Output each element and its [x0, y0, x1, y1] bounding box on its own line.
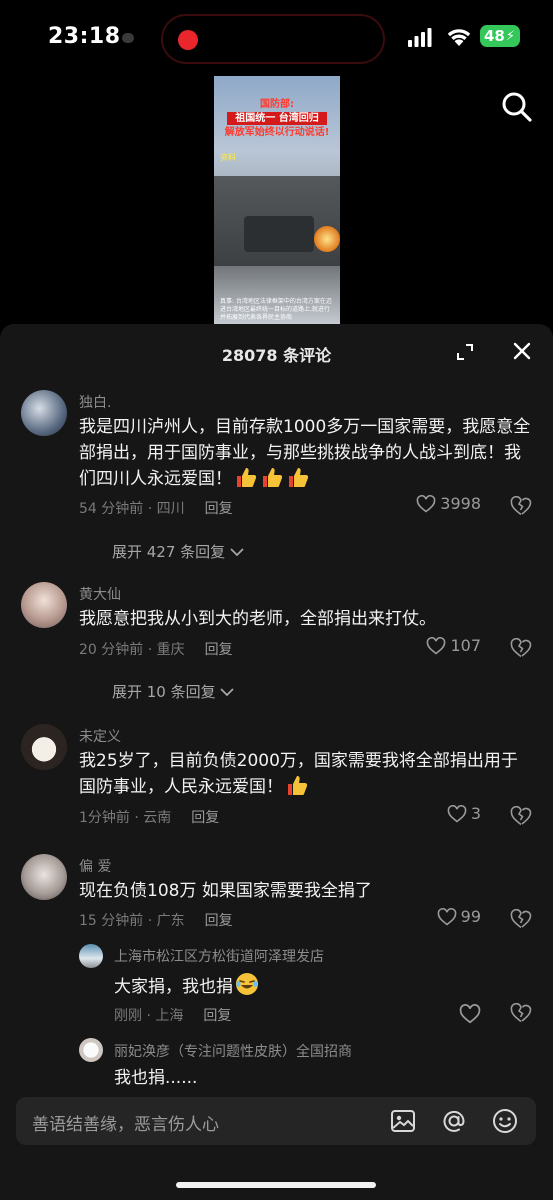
- reply-button[interactable]: 回复: [205, 642, 233, 658]
- status-bar: 23:18 48 ⚡: [0, 0, 553, 76]
- video-caption: 真事: 台湾地区法律框架中的台湾方案在迈进台湾地区最终统一目标的道路上,就进行并…: [220, 298, 332, 321]
- broken-heart-icon[interactable]: [510, 806, 532, 826]
- thumbs-up-emoji: [237, 468, 257, 487]
- video-title-line3: 解放军始终以行动说话!: [224, 127, 330, 138]
- dynamic-island: [161, 14, 385, 64]
- reply-button[interactable]: 回复: [203, 1008, 231, 1024]
- chevron-down-icon: [220, 688, 235, 697]
- comment-text: 我25岁了，目前负债2000万，国家需要我将全部捐出用于国防事业，人民永远爱国！: [79, 748, 534, 800]
- reply-text-content: 大家捐，我也捐: [114, 977, 233, 997]
- comment-username[interactable]: 黄大仙: [79, 584, 121, 604]
- comment-time-location: 1分钟前 · 云南: [79, 810, 172, 826]
- comment-text: 现在负债108万 如果国家需要我全捐了: [79, 878, 534, 904]
- avatar[interactable]: [79, 1038, 103, 1062]
- status-time: 23:18: [48, 24, 121, 49]
- thumbs-up-emoji: [288, 776, 308, 795]
- broken-heart-icon[interactable]: [510, 638, 532, 658]
- search-icon[interactable]: [500, 90, 534, 124]
- home-indicator[interactable]: [176, 1182, 376, 1188]
- broken-heart-icon[interactable]: [510, 909, 532, 929]
- comment-text: 我是四川泸州人，目前存款1000多万一国家需要，我愿意全部捐出，用于国防事业，与…: [79, 414, 534, 492]
- reply-button[interactable]: 回复: [205, 501, 233, 517]
- heart-icon[interactable]: [459, 1004, 481, 1024]
- expand-replies-label: 展开 10 条回复: [112, 683, 216, 701]
- expand-icon[interactable]: [455, 342, 475, 362]
- broken-heart-icon[interactable]: [510, 1003, 532, 1023]
- comment-meta: 1分钟前 · 云南 回复: [79, 807, 219, 827]
- comment-meta: 15 分钟前 · 广东 回复: [79, 910, 233, 930]
- like-button[interactable]: 99: [437, 907, 481, 926]
- battery-level: 48: [484, 27, 505, 45]
- comment-text: 我愿意把我从小到大的老师，全部捐出来打仗。: [79, 606, 534, 632]
- video-headline: 国防部: 祖国统一 台湾回归 解放军始终以行动说话!: [223, 98, 331, 150]
- at-icon[interactable]: [441, 1108, 467, 1134]
- comment-meta: 20 分钟前 · 重庆 回复: [79, 639, 233, 659]
- like-count: 107: [450, 636, 481, 655]
- thumbs-up-emoji: [263, 468, 283, 487]
- video-player[interactable]: 国防部: 祖国统一 台湾回归 解放军始终以行动说话! 资料 真事: 台湾地区法律…: [214, 76, 340, 326]
- wifi-icon: [447, 29, 471, 46]
- like-count: 99: [460, 907, 481, 926]
- avatar[interactable]: [79, 944, 103, 968]
- comment-input[interactable]: 善语结善缘，恶言伤人心: [16, 1097, 536, 1145]
- charging-bolt-icon: ⚡: [505, 28, 516, 44]
- muzzle-flash-image: [314, 226, 340, 252]
- heart-icon: [447, 804, 467, 823]
- video-title-line2: 祖国统一 台湾回归: [227, 112, 327, 125]
- heart-icon: [416, 494, 436, 513]
- reply-button[interactable]: 回复: [191, 810, 219, 826]
- avatar[interactable]: [21, 724, 67, 770]
- comment-username[interactable]: 偏 爱: [79, 856, 111, 876]
- like-button[interactable]: 3: [447, 804, 481, 823]
- comment-time-location: 54 分钟前 · 四川: [79, 501, 185, 517]
- thumbs-up-emoji: [289, 468, 309, 487]
- like-count: 3998: [440, 494, 481, 513]
- heart-icon: [437, 907, 456, 926]
- like-button[interactable]: 107: [426, 636, 481, 655]
- reply-username[interactable]: 丽妃涣彦（专注问题性皮肤）全国招商: [114, 1041, 352, 1061]
- expand-replies-label: 展开 427 条回复: [112, 543, 226, 561]
- emoji-icon[interactable]: [492, 1108, 518, 1134]
- video-title-line1: 国防部:: [260, 99, 294, 110]
- comment-meta: 54 分钟前 · 四川 回复: [79, 498, 233, 518]
- image-icon[interactable]: [390, 1109, 416, 1133]
- naval-gun-image: [244, 216, 314, 252]
- comment-time-location: 20 分钟前 · 重庆: [79, 642, 185, 658]
- like-count: 3: [470, 804, 481, 823]
- recording-dot-icon: [178, 30, 198, 50]
- avatar[interactable]: [21, 582, 67, 628]
- laughing-emoji: [236, 973, 258, 995]
- comment-time-location: 15 分钟前 · 广东: [79, 913, 185, 929]
- broken-heart-icon[interactable]: [510, 496, 532, 516]
- chevron-down-icon: [230, 548, 244, 557]
- battery-indicator: 48 ⚡: [480, 25, 520, 47]
- comment-username[interactable]: 未定义: [79, 726, 121, 746]
- avatar[interactable]: [21, 390, 67, 436]
- reply-username[interactable]: 上海市松江区方松街道阿泽理发店: [114, 946, 324, 966]
- reply-time-location: 刚刚 · 上海: [114, 1008, 184, 1024]
- video-source-label: 资料: [220, 153, 236, 162]
- comment-text-content: 我愿意把我从小到大的老师，全部捐出来打仗。: [79, 609, 436, 629]
- heart-icon: [427, 636, 446, 655]
- expand-replies-button[interactable]: 展开 10 条回复: [112, 681, 235, 702]
- comment-input-placeholder: 善语结善缘，恶言伤人心: [32, 1115, 219, 1135]
- like-button[interactable]: 3998: [416, 494, 481, 513]
- reply-text: 大家捐，我也捐: [114, 972, 259, 1000]
- avatar[interactable]: [21, 854, 67, 900]
- comment-username[interactable]: 独白.: [79, 392, 111, 412]
- reply-button[interactable]: 回复: [205, 913, 233, 929]
- reply-meta: 刚刚 · 上海 回复: [114, 1005, 231, 1025]
- close-icon[interactable]: [511, 340, 533, 362]
- cellular-signal-icon: [408, 28, 432, 47]
- expand-replies-button[interactable]: 展开 427 条回复: [112, 541, 244, 562]
- location-indicator: [122, 33, 134, 43]
- comment-text-content: 现在负债108万 如果国家需要我全捐了: [79, 881, 372, 901]
